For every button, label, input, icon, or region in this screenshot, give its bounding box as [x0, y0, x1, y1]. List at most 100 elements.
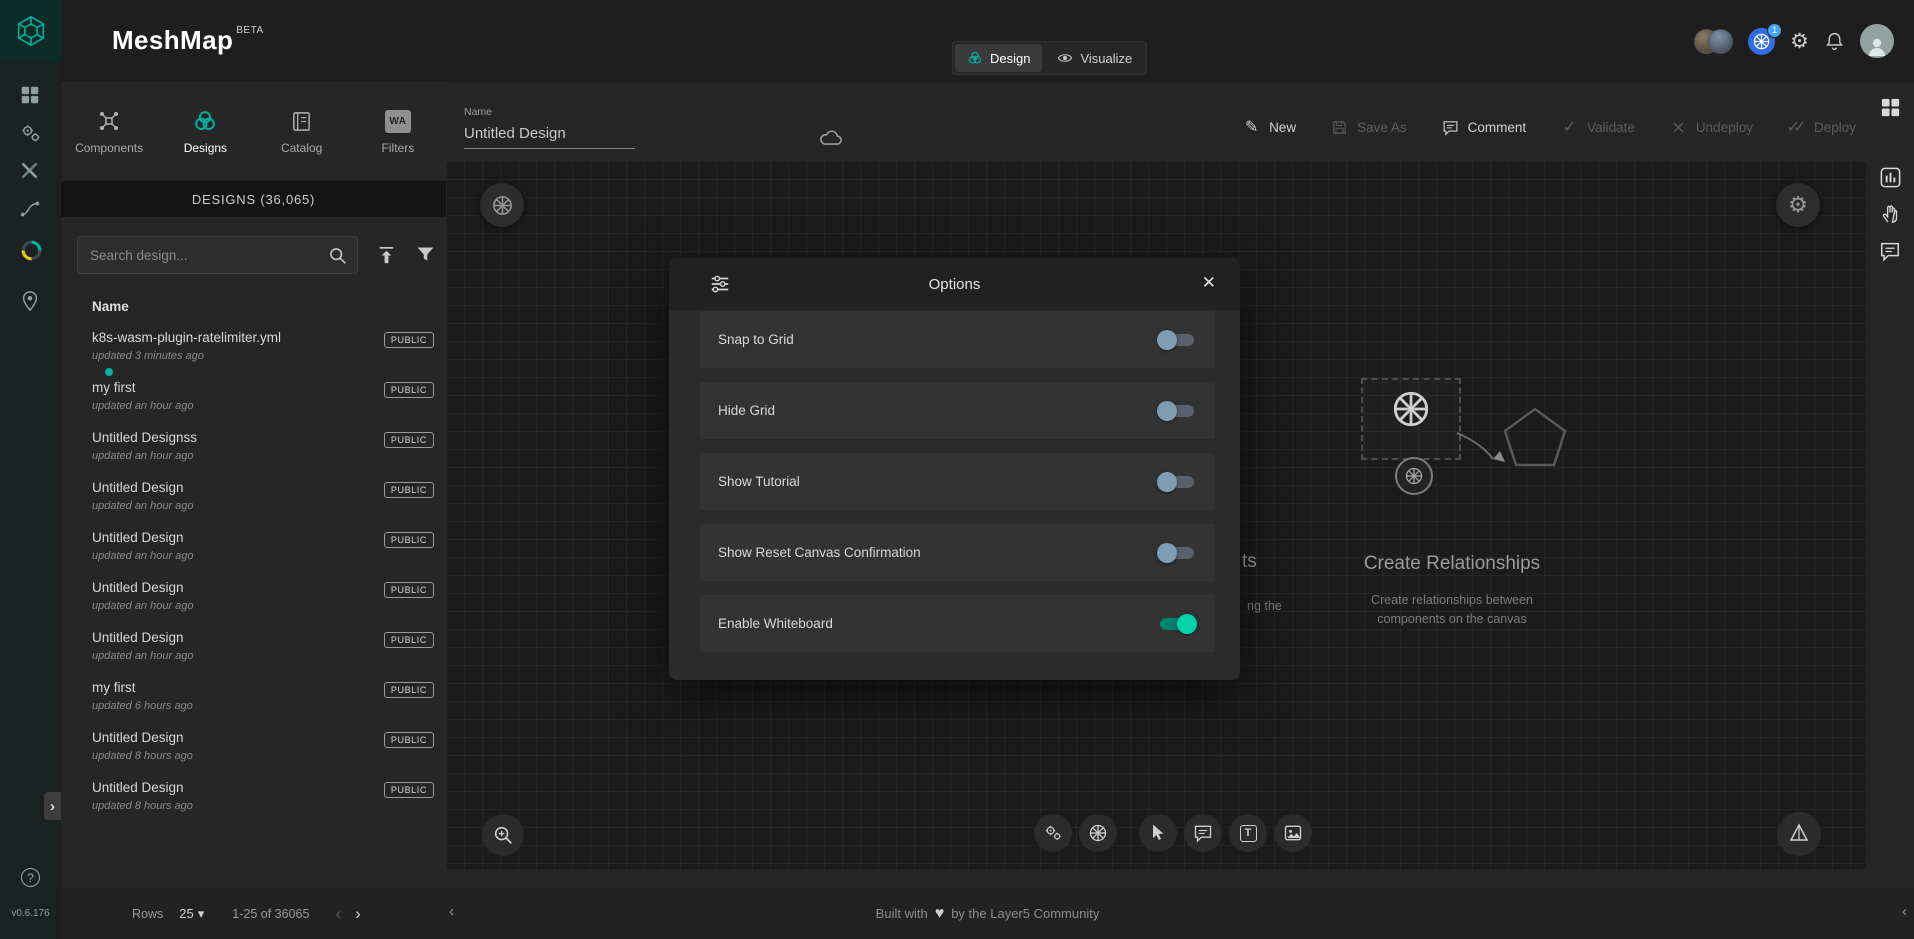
design-row[interactable]: Untitled Design updated 8 hours ago PUBL…: [61, 724, 446, 774]
tab-filters[interactable]: WA Filters: [350, 82, 446, 181]
design-row[interactable]: Untitled Design updated an hour ago PUBL…: [61, 574, 446, 624]
nav-connections[interactable]: [19, 198, 42, 221]
toggle-hide-grid[interactable]: [1157, 401, 1197, 421]
page-size-select[interactable]: 25 ▾: [179, 906, 204, 921]
hint-desc-line2: components on the canvas: [1377, 612, 1526, 626]
deploy-button[interactable]: ✓✓ Deploy: [1787, 118, 1856, 137]
design-swirl-icon: [967, 50, 983, 66]
profile-avatar[interactable]: [1860, 24, 1894, 58]
hint-title-fragment: ts: [1242, 551, 1257, 573]
close-icon[interactable]: ✕: [1202, 274, 1216, 291]
next-page-button[interactable]: ›: [355, 905, 361, 922]
tab-components[interactable]: Components: [61, 82, 157, 181]
canvas-settings-button[interactable]: ⚙: [1776, 183, 1820, 227]
collapse-right-button[interactable]: ‹: [1902, 904, 1907, 919]
column-header-name[interactable]: Name: [92, 299, 129, 314]
toggle-show-tutorial[interactable]: [1157, 472, 1197, 492]
sync-status-button[interactable]: [818, 124, 844, 150]
toggle-reset-confirmation[interactable]: [1157, 543, 1197, 563]
toggle-snap-to-grid[interactable]: [1157, 330, 1197, 350]
toggle-enable-whiteboard[interactable]: [1157, 614, 1197, 634]
design-updated: updated 3 minutes ago: [92, 350, 204, 362]
gears-icon: [19, 122, 42, 145]
design-row[interactable]: k8s-wasm-plugin-ratelimiter.yml updated …: [61, 324, 446, 374]
dock-shapes-tool[interactable]: [1139, 814, 1177, 852]
comments-panel-button[interactable]: [1879, 240, 1902, 263]
prev-page-button[interactable]: ‹: [335, 905, 341, 922]
design-row[interactable]: Untitled Design updated an hour ago PUBL…: [61, 524, 446, 574]
help-button[interactable]: ?: [21, 868, 40, 887]
collaborator-avatar[interactable]: [1708, 29, 1733, 54]
import-design-button[interactable]: [375, 244, 398, 267]
zoom-button[interactable]: [482, 814, 524, 856]
design-title: Untitled Design: [92, 730, 184, 745]
design-updated: updated an hour ago: [92, 500, 194, 512]
collaborator-avatars: [1694, 29, 1733, 54]
topbar-right: 1 ⚙: [1694, 0, 1894, 82]
cloud-icon: [818, 124, 844, 150]
search-input[interactable]: [78, 237, 357, 273]
nav-settings[interactable]: [19, 122, 42, 145]
components-icon: [97, 109, 121, 133]
funnel-icon: [415, 244, 436, 265]
validate-label: Validate: [1587, 120, 1635, 135]
new-button[interactable]: ✎ New: [1242, 118, 1296, 137]
filter-button[interactable]: [415, 244, 436, 267]
option-row-hide-grid: Hide Grid: [700, 382, 1215, 439]
design-row[interactable]: Untitled Design updated an hour ago PUBL…: [61, 474, 446, 524]
design-row[interactable]: Untitled Designss updated an hour ago PU…: [61, 424, 446, 474]
nav-toolkit[interactable]: [19, 160, 42, 183]
canvas-kubernetes-button[interactable]: [480, 183, 524, 227]
tab-designs[interactable]: Designs: [157, 82, 253, 181]
kubernetes-context-button[interactable]: 1: [1748, 28, 1775, 55]
dock-media-tool[interactable]: [1274, 814, 1312, 852]
notifications-button[interactable]: [1824, 31, 1845, 52]
collapse-left-button[interactable]: ‹: [449, 904, 454, 919]
dock-text-tool[interactable]: T: [1229, 814, 1267, 852]
pagination-range: 1-25 of 36065: [232, 907, 309, 921]
design-row[interactable]: Untitled Design updated an hour ago PUBL…: [61, 624, 446, 674]
design-row[interactable]: my first updated 6 hours ago PUBLIC: [61, 674, 446, 724]
page-size-value: 25: [179, 906, 193, 921]
dock-mesh-tool[interactable]: [1034, 814, 1072, 852]
shapes-prism-button[interactable]: [1777, 812, 1821, 856]
search-icon[interactable]: [327, 245, 348, 266]
mode-visualize-button[interactable]: Visualize: [1045, 44, 1144, 72]
design-row[interactable]: Untitled Design updated 8 hours ago PUBL…: [61, 774, 446, 824]
nav-dashboard[interactable]: [19, 84, 42, 107]
options-modal: Options ✕ Snap to Grid Hide Grid Show Tu…: [669, 258, 1240, 680]
design-title: my first: [92, 680, 136, 695]
visualize-eye-icon: [1057, 50, 1073, 66]
mesh-gears-icon: [1043, 823, 1063, 843]
design-row[interactable]: my first updated an hour ago PUBLIC: [61, 374, 446, 424]
meshmap-app: › ? v0.6.176 MeshMapBETA Design Visualiz…: [0, 0, 1914, 939]
mode-visualize-label: Visualize: [1080, 51, 1132, 66]
pencil-icon: ✎: [1242, 118, 1261, 137]
interaction-mode-button[interactable]: [1879, 202, 1902, 225]
nav-meshery[interactable]: [19, 238, 42, 261]
dashboard-panel-button[interactable]: [1879, 166, 1902, 189]
tab-catalog[interactable]: Catalog: [254, 82, 350, 181]
toggle-knob: [1157, 543, 1177, 563]
text-tool-icon: T: [1240, 825, 1257, 842]
expand-rail-button[interactable]: ›: [44, 792, 61, 820]
layer5-logo[interactable]: [0, 0, 61, 61]
design-title: Untitled Design: [92, 580, 184, 595]
rows-label: Rows: [132, 907, 163, 921]
brand: MeshMapBETA: [112, 25, 264, 56]
settings-gear-button[interactable]: ⚙: [1790, 31, 1809, 52]
design-name-input[interactable]: [464, 123, 635, 149]
validate-button[interactable]: ✓ Validate: [1560, 118, 1635, 137]
context-count-badge: 1: [1767, 23, 1782, 38]
undeploy-x-icon: [1669, 118, 1688, 137]
option-label: Show Reset Canvas Confirmation: [718, 545, 921, 560]
panels-toggle-button[interactable]: [1879, 96, 1902, 119]
dock-kubernetes-tool[interactable]: [1079, 814, 1117, 852]
nav-environment[interactable]: [19, 290, 42, 313]
toggle-knob: [1157, 472, 1177, 492]
undeploy-button[interactable]: Undeploy: [1669, 118, 1753, 137]
dock-comment-tool[interactable]: [1184, 814, 1222, 852]
comment-button[interactable]: Comment: [1441, 118, 1527, 137]
mode-design-button[interactable]: Design: [955, 44, 1042, 72]
save-as-button[interactable]: Save As: [1330, 118, 1407, 137]
